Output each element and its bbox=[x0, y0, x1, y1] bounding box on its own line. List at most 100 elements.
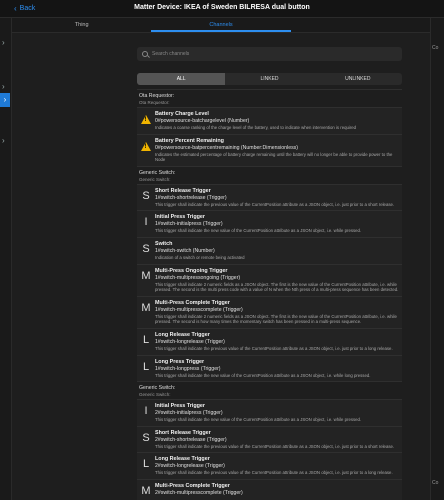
channel-description: This trigger shall indicate the previous… bbox=[155, 470, 393, 476]
group-subtitle: Generic Switch: bbox=[139, 176, 171, 182]
channel-name: Multi-Press Complete Trigger bbox=[155, 482, 230, 489]
group-header: Ota Requestor: Ota Requestor: bbox=[137, 89, 402, 107]
active-sidebar-item[interactable]: › bbox=[0, 93, 10, 107]
warning-icon bbox=[137, 137, 155, 163]
channel-text: Long Release Trigger 2#switch-longrelease… bbox=[155, 455, 400, 476]
channel-name: Long Press Trigger bbox=[155, 358, 205, 365]
channel-letter-icon: L bbox=[142, 333, 150, 346]
channel-text: Short Release Trigger 2#switch-shortrelea… bbox=[155, 429, 400, 450]
warning-icon bbox=[137, 110, 155, 131]
channel-description: This trigger shall indicate the previous… bbox=[155, 345, 393, 351]
channel-description: This trigger shall indicate the new valu… bbox=[155, 417, 362, 423]
channel-description: This trigger shall indicate the previous… bbox=[155, 443, 395, 449]
channel-item[interactable]: S Short Release Trigger 1#switch-shortrele… bbox=[137, 183, 402, 211]
chevron-right-icon[interactable]: › bbox=[2, 136, 5, 145]
filter-all[interactable]: ALL bbox=[137, 73, 226, 85]
channels-panel: ALL LINKED UNLINKED Ota Requestor:Ota Re… bbox=[137, 33, 402, 500]
filter-segmented-control: ALL LINKED UNLINKED bbox=[137, 73, 402, 85]
tab-bar: Thing Channels bbox=[12, 18, 430, 33]
channel-text: Initial Press Trigger 1#switch-initialpre… bbox=[155, 213, 400, 234]
channel-text: Multi-Press Complete Trigger 2#switch-mul… bbox=[155, 482, 400, 500]
channel-id: 0#powersource-batpercentremaining (Numbe… bbox=[155, 144, 299, 151]
channel-name: Long Release Trigger bbox=[155, 331, 210, 338]
channel-text: Battery Charge Level 0#powersource-batcha… bbox=[155, 110, 400, 131]
channel-id: 1#switch-longpress (Trigger) bbox=[155, 365, 221, 372]
channel-item[interactable]: Battery Percent Remaining0#powersource-b… bbox=[137, 133, 402, 166]
channel-id: 1#switch-switch (Number) bbox=[155, 247, 215, 254]
chevron-right-icon[interactable]: › bbox=[2, 38, 5, 47]
channel-text: Switch 1#switch-switch (Number) Indication… bbox=[155, 240, 400, 261]
channel-text: Long Press Trigger 1#switch-longpress (Tr… bbox=[155, 358, 400, 379]
page-title: Matter Device: IKEA of Sweden BILRESA du… bbox=[134, 4, 310, 11]
channel-description: This trigger shall indicate the previous… bbox=[155, 201, 395, 207]
channel-id: 1#switch-shortrelease (Trigger) bbox=[155, 194, 227, 201]
channel-item[interactable]: M Multi-Press Complete Trigger 2#switch-mu… bbox=[137, 478, 402, 500]
channel-name: Short Release Trigger bbox=[155, 429, 211, 436]
channel-item[interactable]: L Long Release Trigger 1#switch-longreleas… bbox=[137, 327, 402, 355]
channel-name: Battery Charge Level bbox=[155, 111, 209, 117]
search-box[interactable] bbox=[137, 47, 402, 61]
chevron-right-icon[interactable]: › bbox=[2, 82, 5, 91]
channel-text: Initial Press Trigger 2#switch-initialpre… bbox=[155, 402, 400, 423]
channel-text: Multi-Press Ongoing Trigger 1#switch-mult… bbox=[155, 267, 400, 293]
channel-description: Indicates the estimated percentage of ba… bbox=[155, 151, 393, 163]
group-title: Ota Requestor: bbox=[139, 93, 175, 99]
tab-thing[interactable]: Thing bbox=[12, 18, 151, 32]
channel-name: Switch bbox=[155, 240, 173, 247]
channel-id: 2#switch-initialpress (Trigger) bbox=[155, 410, 223, 417]
channel-item[interactable]: S Switch 1#switch-switch (Number) Indicatio… bbox=[137, 236, 402, 264]
tab-channels[interactable]: Channels bbox=[151, 18, 291, 32]
channel-description: This trigger shall indicate the new valu… bbox=[155, 228, 362, 234]
channel-id: 2#switch-longrelease (Trigger) bbox=[155, 463, 225, 470]
channel-name: Initial Press Trigger bbox=[155, 214, 206, 221]
channel-id: 1#switch-multipressongoing (Trigger) bbox=[155, 274, 241, 281]
channel-id: 2#switch-shortrelease (Trigger) bbox=[155, 436, 227, 443]
channel-item[interactable]: Battery Charge Level0#powersource-batcha… bbox=[137, 107, 402, 134]
channel-description: This trigger shall indicate 2 numeric fi… bbox=[155, 281, 399, 293]
right-sidebar-label[interactable]: Co bbox=[432, 45, 438, 51]
channel-name: Multi-Press Ongoing Trigger bbox=[155, 267, 228, 274]
group-header: Generic Switch: Generic Switch: bbox=[137, 165, 402, 184]
channel-name: Long Release Trigger bbox=[155, 456, 210, 463]
group-title: Generic Switch: bbox=[139, 385, 176, 392]
channel-letter-icon: M bbox=[141, 301, 151, 314]
channel-letter-icon: S bbox=[142, 189, 150, 202]
channel-item[interactable]: M Multi-Press Complete Trigger 1#switch-mu… bbox=[137, 295, 402, 328]
channel-description: Indication of a switch or remote being a… bbox=[155, 254, 245, 260]
search-icon bbox=[142, 51, 148, 57]
channel-item[interactable]: I Initial Press Trigger 1#switch-initialpr… bbox=[137, 210, 402, 237]
channel-letter-icon: L bbox=[142, 458, 150, 471]
channel-item[interactable]: I Initial Press Trigger 2#switch-initialpr… bbox=[137, 399, 402, 426]
channel-item[interactable]: S Short Release Trigger 2#switch-shortrele… bbox=[137, 425, 402, 453]
channel-id: 0#powersource-batchargelevel (Number) bbox=[155, 118, 250, 124]
left-sidebar: › › › › bbox=[0, 18, 12, 500]
channel-id: 1#switch-multipresscomplete (Trigger) bbox=[155, 306, 243, 313]
channel-text: Short Release Trigger 1#switch-shortrelea… bbox=[155, 187, 400, 208]
channel-letter-icon: I bbox=[144, 216, 148, 229]
right-sidebar: Co Co bbox=[430, 18, 444, 500]
channel-id: 1#switch-longrelease (Trigger) bbox=[155, 338, 225, 345]
channel-letter-icon: S bbox=[142, 431, 150, 444]
channel-name: Battery Percent Remaining bbox=[155, 137, 224, 144]
channel-list: Ota Requestor:Ota Requestor: Battery Char… bbox=[137, 89, 402, 500]
channel-id: 2#switch-multipresscomplete (Trigger) bbox=[155, 489, 243, 496]
tab-config[interactable] bbox=[291, 18, 430, 32]
channel-text: Multi-Press Complete Trigger 1#switch-mul… bbox=[155, 299, 400, 325]
channel-name: Initial Press Trigger bbox=[155, 403, 206, 410]
channel-letter-icon: M bbox=[141, 269, 151, 282]
search-input[interactable] bbox=[152, 51, 352, 57]
channel-letter-icon: M bbox=[141, 484, 151, 497]
filter-linked[interactable]: LINKED bbox=[225, 73, 313, 85]
channel-description: This trigger shall indicate 2 numeric fi… bbox=[155, 313, 397, 325]
channel-item[interactable]: L Long Release Trigger 2#switch-longreleas… bbox=[137, 452, 402, 479]
group-header: Generic Switch: Generic Switch: bbox=[137, 381, 402, 400]
channel-description: This trigger shall indicate the new valu… bbox=[155, 372, 371, 378]
right-sidebar-label[interactable]: Co bbox=[432, 480, 438, 486]
channel-item[interactable]: M Multi-Press Ongoing Trigger 1#switch-mul… bbox=[137, 263, 402, 296]
channel-text: Battery Percent Remaining 0#powersource-b… bbox=[155, 137, 400, 163]
channel-letter-icon: I bbox=[144, 405, 148, 418]
channel-item[interactable]: L Long Press Trigger 1#switch-longpress (T… bbox=[137, 354, 402, 382]
channel-id: 1#switch-initialpress (Trigger) bbox=[155, 221, 223, 228]
channel-description: Indicates a coarse ranking of the charge… bbox=[155, 125, 357, 130]
filter-unlinked[interactable]: UNLINKED bbox=[314, 73, 402, 85]
